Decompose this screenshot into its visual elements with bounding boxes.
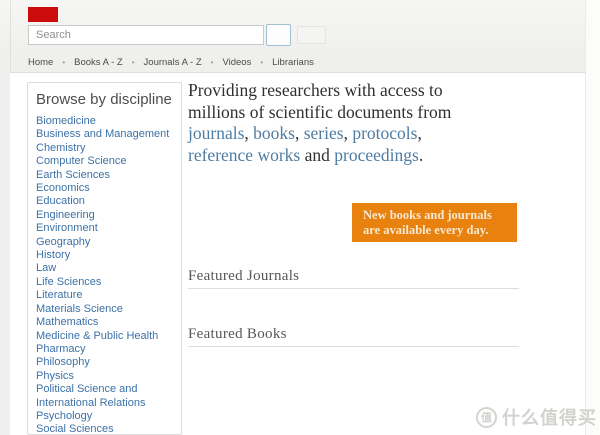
intro-text: , [244,123,253,143]
intro-link-series[interactable]: series [304,123,344,143]
discipline-link-medicine-public-health[interactable]: Medicine & Public Health [36,330,173,343]
watermark: 值 什么值得买 [476,404,597,430]
nav-separator: • [62,58,65,67]
main-nav: Home • Books A - Z • Journals A - Z • Vi… [28,57,314,68]
nav-item-journals-a-z[interactable]: Journals A - Z [144,57,202,68]
discipline-link-biomedicine[interactable]: Biomedicine [36,115,173,128]
discipline-link-computer-science[interactable]: Computer Science [36,155,173,168]
intro-link-books[interactable]: books [253,123,295,143]
intro-text: and [300,145,334,165]
intro-text: millions of scientific documents from [188,102,451,122]
discipline-link-law[interactable]: Law [36,262,173,275]
watermark-logo-icon: 值 [476,407,497,428]
discipline-link-philosophy[interactable]: Philosophy [36,356,173,369]
discipline-list: Biomedicine Business and Management Chem… [36,115,173,435]
intro-link-reference-works[interactable]: reference works [188,145,300,165]
intro-text: , [417,123,421,143]
discipline-link-life-sciences[interactable]: Life Sciences [36,276,173,289]
discipline-link-engineering[interactable]: Engineering [36,209,173,222]
featured-journals-heading: Featured Journals [188,268,299,285]
page: Home • Books A - Z • Journals A - Z • Vi… [0,0,600,435]
intro-link-protocols[interactable]: protocols [352,123,417,143]
search-button[interactable] [266,24,291,46]
intro-paragraph: Providing researchers with access tomill… [188,80,533,166]
intro-link-journals[interactable]: journals [188,123,244,143]
promo-line-1: New books and journals [363,208,492,222]
sidebar-title: Browse by discipline [36,91,173,108]
discipline-link-social-sciences[interactable]: Social Sciences [36,423,173,435]
promo-banner: New books and journalsare available ever… [352,203,517,242]
discipline-link-materials-science[interactable]: Materials Science [36,303,173,316]
nav-separator: • [211,58,214,67]
logo[interactable] [28,7,58,22]
nav-item-home[interactable]: Home [28,57,53,68]
discipline-link-physics[interactable]: Physics [36,370,173,383]
discipline-link-economics[interactable]: Economics [36,182,173,195]
discipline-link-environment[interactable]: Environment [36,222,173,235]
intro-text: , [344,123,353,143]
discipline-link-business-and-management[interactable]: Business and Management [36,128,173,141]
watermark-text: 什么值得买 [502,404,597,430]
discipline-link-chemistry[interactable]: Chemistry [36,142,173,155]
featured-books-heading: Featured Books [188,326,287,343]
discipline-link-education[interactable]: Education [36,195,173,208]
discipline-link-literature[interactable]: Literature [36,289,173,302]
intro-text: . [419,145,423,165]
discipline-link-mathematics[interactable]: Mathematics [36,316,173,329]
nav-item-videos[interactable]: Videos [222,57,251,68]
section-divider [188,288,519,289]
intro-text: Providing researchers with access to [188,80,443,100]
promo-line-2: are available every day. [363,223,488,237]
discipline-link-history[interactable]: History [36,249,173,262]
section-divider [188,346,519,347]
page-right-gutter [585,0,600,435]
browse-by-discipline-panel: Browse by discipline Biomedicine Busines… [27,82,182,435]
nav-separator: • [132,58,135,67]
search-input[interactable] [28,25,264,45]
intro-text: , [295,123,304,143]
discipline-link-pharmacy[interactable]: Pharmacy [36,343,173,356]
discipline-link-earth-sciences[interactable]: Earth Sciences [36,169,173,182]
intro-link-proceedings[interactable]: proceedings [334,145,419,165]
discipline-link-geography[interactable]: Geography [36,236,173,249]
discipline-link-political-science[interactable]: Political Science and International Rela… [36,383,173,410]
nav-separator: • [260,58,263,67]
nav-item-books-a-z[interactable]: Books A - Z [74,57,123,68]
secondary-button[interactable] [297,26,326,44]
discipline-link-psychology[interactable]: Psychology [36,410,173,423]
nav-item-librarians[interactable]: Librarians [272,57,314,68]
